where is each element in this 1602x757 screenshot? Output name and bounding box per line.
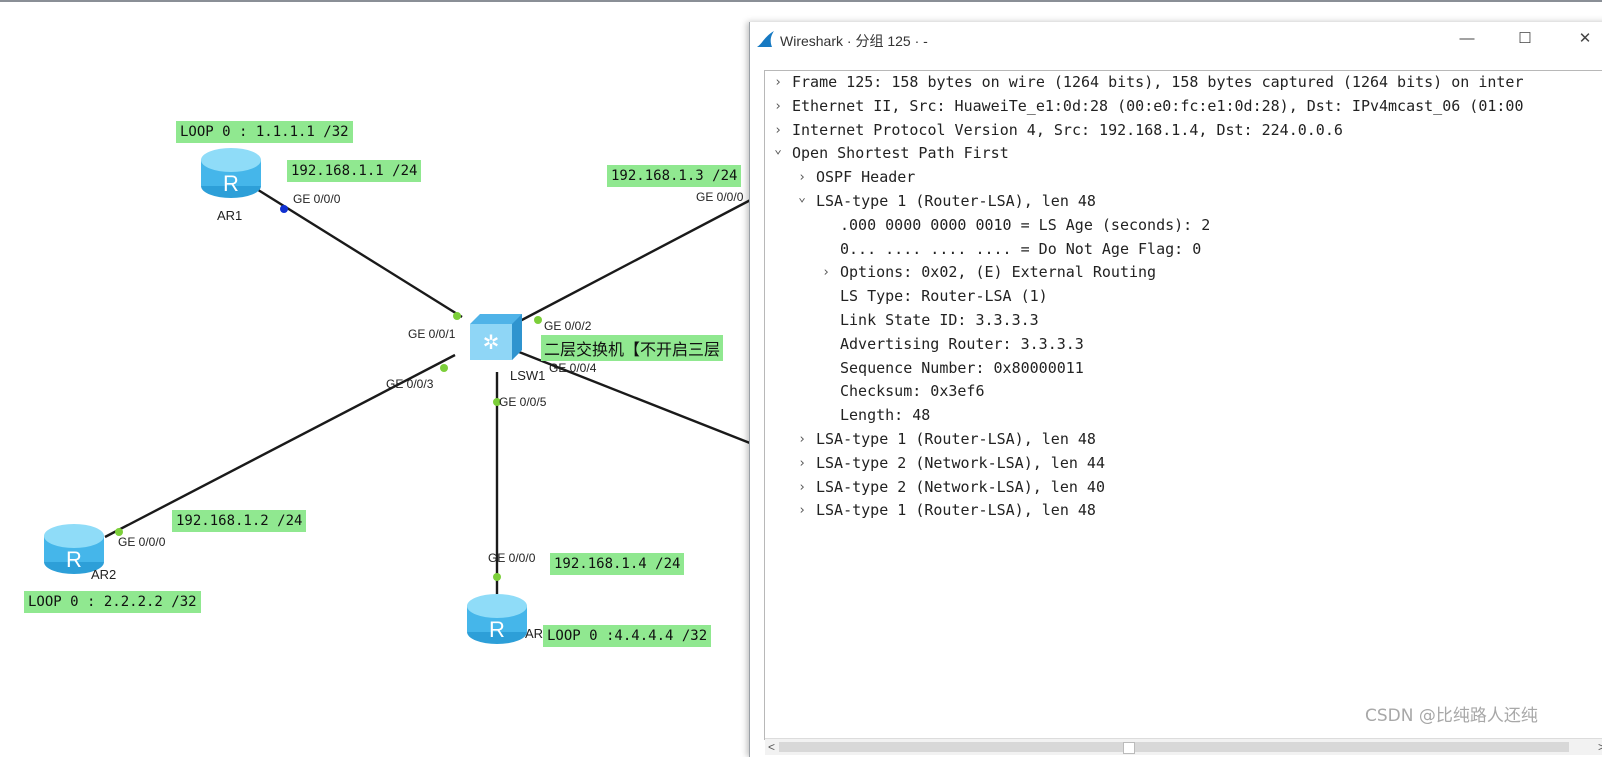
label-ar2-ip: 192.168.1.2 /24 [172, 510, 307, 532]
tree-row[interactable]: › Internet Protocol Version 4, Src: 192.1… [765, 119, 1602, 142]
chevron-right-icon[interactable]: › [771, 71, 785, 94]
tree-row-text: Advertising Router: 3.3.3.3 [840, 334, 1084, 353]
label-ar1-loopback: LOOP 0 : 1.1.1.1 /32 [176, 121, 353, 143]
label-ar3-ip: 192.168.1.3 /24 [607, 165, 742, 187]
tree-row[interactable]: Checksum: 0x3ef6 [765, 380, 1602, 403]
port-label-lsw-ge002: GE 0/0/2 [544, 319, 592, 333]
router-icon-ar4: R [467, 594, 527, 644]
port-dot [453, 312, 461, 320]
close-button[interactable]: ✕ [1570, 28, 1600, 50]
tree-row[interactable]: ⌄ LSA-type 1 (Router-LSA), len 48 [765, 190, 1602, 213]
port-dot [440, 364, 448, 372]
tree-row-text: OSPF Header [816, 168, 916, 187]
tree-row[interactable]: LS Type: Router-LSA (1) [765, 285, 1602, 308]
switch-icon-lsw1: ✲ [470, 314, 522, 360]
tree-row[interactable]: › Options: 0x02, (E) External Routing [765, 261, 1602, 284]
port-label-ar2-ge000: GE 0/0/0 [118, 535, 166, 549]
chevron-right-icon[interactable]: › [771, 119, 785, 142]
tree-row-text: Open Shortest Path First [792, 144, 1009, 163]
tree-row-text: Link State ID: 3.3.3.3 [840, 311, 1039, 329]
tree-row[interactable]: › OSPF Header [765, 166, 1602, 189]
window-titlebar[interactable]: Wireshark · 分组 125 · - — ☐ ✕ [750, 22, 1602, 56]
wireshark-fin-icon [757, 31, 774, 47]
maximize-button[interactable]: ☐ [1510, 28, 1540, 50]
tree-row-text: Options: 0x02, (E) External Routing [840, 263, 1157, 282]
port-label-lsw-ge001: GE 0/0/1 [408, 327, 456, 341]
tree-row-text: LSA-type 1 (Router-LSA), len 48 [816, 430, 1096, 448]
tree-row-text: LSA-type 1 (Router-LSA), len 48 [816, 192, 1096, 210]
port-label-ar3-ge000: GE 0/0/0 [696, 190, 744, 204]
tree-row-text: Length: 48 [840, 406, 931, 425]
tree-row[interactable]: .000 0000 0000 0010 = LS Age (seconds): … [765, 214, 1602, 237]
tree-row-text: Sequence Number: 0x80000011 [840, 358, 1084, 377]
scrollbar-thumb[interactable] [779, 742, 1569, 752]
tree-row-text: LSA-type 1 (Router-LSA), len 48 [816, 501, 1096, 520]
chevron-right-icon[interactable]: › [771, 95, 785, 118]
link-lsw1-ar3 [517, 193, 761, 324]
csdn-watermark: CSDN @比纯路人还纯 [1365, 706, 1538, 726]
tree-row-text: LSA-type 2 (Network-LSA), len 40 [816, 477, 1105, 496]
port-label-ar4-ge000: GE 0/0/0 [488, 551, 536, 565]
chevron-right-icon[interactable]: › [819, 261, 833, 284]
tree-row-text: LS Type: Router-LSA (1) [840, 287, 1048, 306]
tree-row[interactable]: › LSA-type 1 (Router-LSA), len 48 [765, 499, 1602, 522]
device-name-ar2: AR2 [91, 567, 117, 582]
tree-row[interactable]: › LSA-type 2 (Network-LSA), len 40 [765, 476, 1602, 499]
port-label-ar1-ge000: GE 0/0/0 [293, 192, 341, 206]
tree-row[interactable]: › Frame 125: 158 bytes on wire (1264 bits… [765, 71, 1602, 94]
scroll-left-arrow[interactable]: < [768, 739, 775, 755]
chevron-right-icon[interactable]: › [795, 476, 809, 499]
device-name-ar1: AR1 [217, 208, 243, 223]
chevron-right-icon[interactable]: › [795, 166, 809, 189]
window-title: Wireshark · 分组 125 · - [780, 33, 928, 49]
svg-text:R: R [489, 617, 505, 642]
port-label-lsw-ge005: GE 0/0/5 [499, 395, 547, 409]
label-ar4-loopback: LOOP 0 :4.4.4.4 /32 [543, 625, 712, 647]
minimize-button[interactable]: — [1452, 28, 1482, 50]
chevron-right-icon[interactable]: › [795, 452, 809, 475]
chevron-down-icon[interactable]: ⌄ [795, 190, 809, 213]
svg-text:R: R [66, 547, 82, 572]
label-ar4-ip: 192.168.1.4 /24 [550, 553, 685, 575]
tree-row-text: LSA-type 2 (Network-LSA), len 44 [816, 453, 1105, 472]
chevron-right-icon[interactable]: › [795, 428, 809, 451]
scrollbar-grip[interactable] [1123, 742, 1135, 754]
chevron-right-icon[interactable]: › [795, 499, 809, 522]
port-dot-active [280, 205, 288, 213]
tree-row-text: .000 0000 0000 0010 = LS Age (seconds): … [840, 215, 1211, 234]
device-name-lsw1: LSW1 [510, 368, 546, 383]
tree-row[interactable]: › LSA-type 1 (Router-LSA), len 48 [765, 428, 1602, 451]
port-dot [493, 573, 501, 581]
port-dot [534, 316, 542, 324]
tree-row[interactable]: Advertising Router: 3.3.3.3 [765, 333, 1602, 356]
tree-row-text: Internet Protocol Version 4, Src: 192.16… [792, 120, 1343, 139]
svg-text:✲: ✲ [483, 330, 500, 354]
port-label-lsw-ge004: GE 0/0/4 [549, 361, 597, 375]
tree-row[interactable]: › LSA-type 2 (Network-LSA), len 44 [765, 452, 1602, 475]
tree-row[interactable]: Sequence Number: 0x80000011 [765, 357, 1602, 380]
wireshark-packet-window: Wireshark · 分组 125 · - — ☐ ✕ › Frame 125:… [749, 22, 1602, 757]
tree-row[interactable]: Link State ID: 3.3.3.3 [765, 309, 1602, 332]
label-ar2-loopback: LOOP 0 : 2.2.2.2 /32 [24, 591, 201, 613]
tree-row-text: Checksum: 0x3ef6 [840, 382, 985, 401]
packet-details-tree[interactable]: › Frame 125: 158 bytes on wire (1264 bits… [764, 70, 1602, 740]
scroll-right-arrow[interactable]: > [1598, 739, 1602, 755]
svg-text:R: R [223, 171, 239, 196]
label-ar1-ip: 192.168.1.1 /24 [287, 160, 422, 182]
chevron-down-icon[interactable]: ⌄ [771, 142, 785, 165]
router-icon-ar1: R [201, 148, 261, 198]
tree-row-text: Frame 125: 158 bytes on wire (1264 bits)… [792, 73, 1524, 91]
tree-row[interactable]: Length: 48 [765, 404, 1602, 427]
tree-row[interactable]: › Ethernet II, Src: HuaweiTe_e1:0d:28 (00… [765, 95, 1602, 118]
label-switch-note: 二层交换机【不开启三层 [541, 335, 724, 361]
tree-row[interactable]: 0... .... .... .... = Do Not Age Flag: 0 [765, 238, 1602, 261]
tree-row[interactable]: ⌄ Open Shortest Path First [765, 142, 1602, 165]
tree-row-text: Ethernet II, Src: HuaweiTe_e1:0d:28 (00:… [792, 96, 1524, 115]
tree-row-text: 0... .... .... .... = Do Not Age Flag: 0 [840, 239, 1202, 258]
port-label-lsw-ge003: GE 0/0/3 [386, 377, 434, 391]
